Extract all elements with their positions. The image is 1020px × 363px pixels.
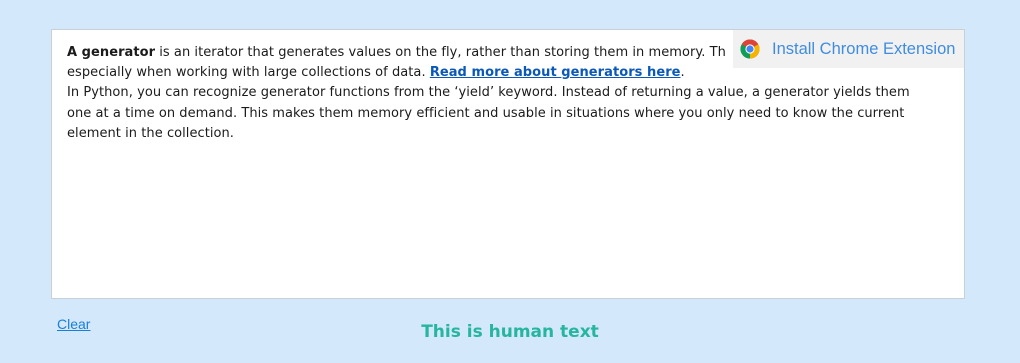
chrome-icon [740,39,760,59]
page: A generator is an iterator that generate… [0,0,1020,363]
line-2-text: especially when working with large colle… [67,65,430,81]
install-extension-button[interactable]: Install Chrome Extension [733,30,964,68]
editor-line-3: In Python, you can recognize generator f… [67,85,910,101]
editor-line-4: one at a time on demand. This makes them… [67,105,905,121]
result-label: This is human text [421,322,599,342]
read-more-link[interactable]: Read more about generators here [430,65,681,80]
line-2-period: . [680,65,685,81]
text-input-area[interactable]: A generator is an iterator that generate… [51,29,965,299]
bold-term: A generator [67,45,156,60]
line-1-text: is an iterator that generates values on … [155,45,726,60]
install-extension-label: Install Chrome Extension [772,39,956,58]
editor-line-5: element in the collection. [67,125,234,141]
